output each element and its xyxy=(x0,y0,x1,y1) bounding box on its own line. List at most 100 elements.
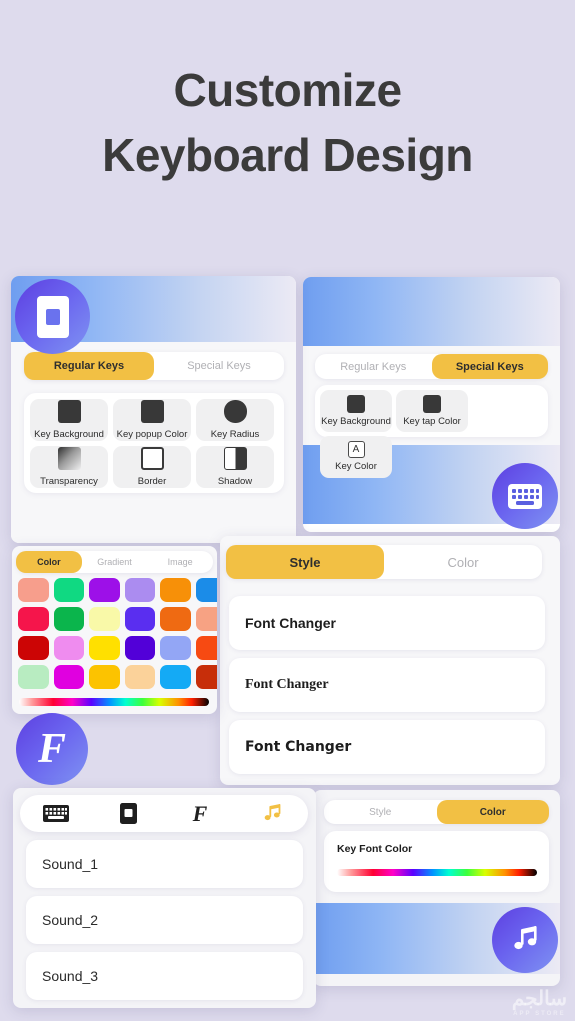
tab-regular-keys-2[interactable]: Regular Keys xyxy=(315,354,432,379)
tab-color-mode-label: Color xyxy=(37,557,61,567)
color-swatch[interactable] xyxy=(195,636,217,660)
tile-key-tap-color[interactable]: Key tap Color xyxy=(396,390,468,432)
card-sounds: F Sound_1 Sound_2 Sound_3 xyxy=(13,788,316,1008)
list-item[interactable]: Sound_3 xyxy=(26,952,303,1000)
letter-a-box-icon: A xyxy=(347,441,365,459)
tab-gradient-mode[interactable]: Gradient xyxy=(82,551,148,573)
sound-row-label-1: Sound_1 xyxy=(42,856,99,872)
color-swatch[interactable] xyxy=(160,636,191,660)
font-changer-logo-button[interactable]: F xyxy=(16,713,88,785)
music-fab-button[interactable] xyxy=(492,907,558,973)
color-swatch[interactable] xyxy=(89,636,120,660)
tile-key-color[interactable]: A Key Color xyxy=(320,436,392,478)
icon-tab-keyboard[interactable] xyxy=(36,799,76,829)
list-item[interactable]: Font Changer xyxy=(229,658,545,712)
color-swatch[interactable] xyxy=(124,578,155,602)
tile-border-label: Border xyxy=(137,475,167,487)
list-item[interactable]: Sound_2 xyxy=(26,896,303,944)
icon-tab-font[interactable]: F xyxy=(180,799,220,829)
sound-row-label-3: Sound_3 xyxy=(42,968,99,984)
tile-key-popup-color[interactable]: Key popup Color xyxy=(113,399,191,441)
keyboard-icon xyxy=(508,483,542,509)
color-swatch[interactable] xyxy=(160,578,191,602)
rainbow-gradient-slider[interactable] xyxy=(337,869,537,876)
list-item[interactable]: Font Changer xyxy=(229,596,545,650)
tab-regular-keys[interactable]: Regular Keys xyxy=(24,352,154,380)
tab-special-keys[interactable]: Special Keys xyxy=(154,352,284,380)
color-swatch[interactable] xyxy=(124,607,155,631)
font-changer-logo-icon: F xyxy=(37,726,66,772)
tile-key-background[interactable]: Key Background xyxy=(30,399,108,441)
tile-key-popup-color-label: Key popup Color xyxy=(116,428,188,440)
font-changer-label-2: Font Changer xyxy=(245,677,329,692)
special-keys-tile-grid: Key Background Key tap Color A Key Color xyxy=(315,385,548,478)
music-note-icon xyxy=(514,926,537,950)
tab-color-2-label: Color xyxy=(479,806,506,818)
tile-key-color-label: Key Color xyxy=(335,461,377,473)
tile-key-background-2[interactable]: Key Background xyxy=(320,390,392,432)
color-swatch[interactable] xyxy=(124,636,155,660)
color-swatch[interactable] xyxy=(18,665,49,689)
tile-key-radius[interactable]: Key Radius xyxy=(196,399,274,441)
list-item[interactable]: Sound_1 xyxy=(26,840,303,888)
color-swatch[interactable] xyxy=(53,636,84,660)
tile-shadow[interactable]: Shadow xyxy=(196,446,274,488)
color-swatch-grid xyxy=(18,578,217,689)
outlined-square-icon xyxy=(140,446,164,470)
special-keys-tabbar: Regular Keys Special Keys xyxy=(315,354,548,379)
color-swatch[interactable] xyxy=(18,636,49,660)
tab-style[interactable]: Style xyxy=(226,545,384,579)
filled-square-icon xyxy=(423,394,441,413)
color-swatch[interactable] xyxy=(53,578,84,602)
list-item[interactable]: Font Changer xyxy=(229,720,545,774)
special-keys-banner xyxy=(303,277,560,346)
keyboard-app-logo-button[interactable] xyxy=(15,279,90,354)
tab-style-2[interactable]: Style xyxy=(324,800,437,824)
tile-key-background-2-label: Key Background xyxy=(321,415,391,427)
rainbow-gradient-slider[interactable] xyxy=(19,698,209,706)
gradient-square-icon xyxy=(57,446,81,470)
color-picker-tabbar: Color Gradient Image xyxy=(16,551,213,573)
color-swatch[interactable] xyxy=(89,578,120,602)
color-swatch[interactable] xyxy=(195,607,217,631)
tab-color[interactable]: Color xyxy=(384,545,542,579)
font-f-icon: F xyxy=(192,800,208,826)
tab-special-keys-2[interactable]: Special Keys xyxy=(431,354,548,379)
card-color-picker: Color Gradient Image xyxy=(12,546,217,714)
font-changer-label-3: Font Changer xyxy=(245,739,352,755)
color-swatch[interactable] xyxy=(124,665,155,689)
tab-special-keys-2-label: Special Keys xyxy=(455,360,524,373)
sounds-icon-tabbar: F xyxy=(20,795,308,832)
icon-tab-key-square[interactable] xyxy=(108,799,148,829)
key-font-color-label: Key Font Color xyxy=(337,843,413,855)
color-swatch[interactable] xyxy=(89,665,120,689)
font-changer-label-1: Font Changer xyxy=(245,615,336,631)
keyboard-fab-button[interactable] xyxy=(492,463,558,529)
key-font-color-tabbar: Style Color xyxy=(324,800,549,824)
keyboard-app-logo-icon xyxy=(36,295,69,338)
color-swatch[interactable] xyxy=(53,665,84,689)
icon-tab-music[interactable] xyxy=(252,799,292,829)
color-swatch[interactable] xyxy=(18,607,49,631)
color-swatch[interactable] xyxy=(18,578,49,602)
color-swatch[interactable] xyxy=(53,607,84,631)
font-style-tabbar: Style Color xyxy=(226,545,542,579)
tab-image-mode[interactable]: Image xyxy=(147,551,213,573)
tab-color-mode[interactable]: Color xyxy=(16,551,82,573)
color-swatch[interactable] xyxy=(195,665,217,689)
filled-square-icon xyxy=(57,399,81,423)
rounded-square-icon xyxy=(223,399,247,423)
tile-key-tap-color-label: Key tap Color xyxy=(403,415,461,427)
color-swatch[interactable] xyxy=(195,578,217,602)
color-swatch[interactable] xyxy=(89,607,120,631)
tile-border[interactable]: Border xyxy=(113,446,191,488)
screenshot-stage: Customize Keyboard Design Regular Keys S… xyxy=(0,0,575,1021)
color-swatch[interactable] xyxy=(160,665,191,689)
tab-color-2[interactable]: Color xyxy=(436,800,549,824)
tile-key-background-label: Key Background xyxy=(34,428,104,440)
page-title-line-2: Keyboard Design xyxy=(102,129,473,182)
tab-style-2-label: Style xyxy=(369,806,392,818)
music-note-icon xyxy=(264,804,281,821)
color-swatch[interactable] xyxy=(160,607,191,631)
tile-transparency[interactable]: Transparency xyxy=(30,446,108,488)
